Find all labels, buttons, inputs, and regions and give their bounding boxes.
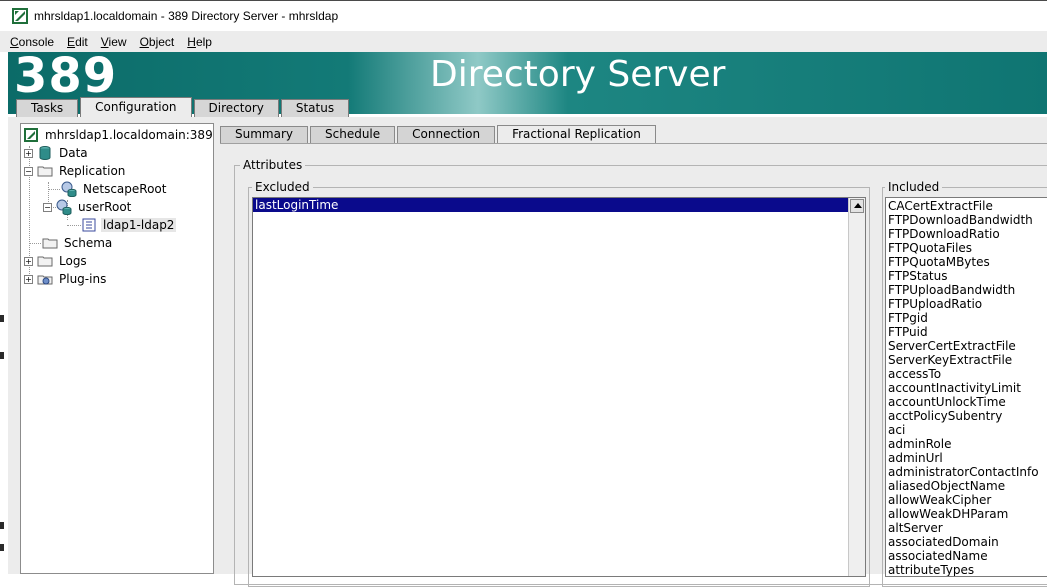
included-list-item[interactable]: administratorContactInfo	[886, 465, 1047, 479]
included-list-item[interactable]: ServerCertExtractFile	[886, 339, 1047, 353]
included-list-item[interactable]: allowWeakDHParam	[886, 507, 1047, 521]
tab-directory[interactable]: Directory	[193, 99, 279, 117]
menu-help[interactable]: Help	[187, 35, 212, 49]
agreement-icon	[82, 218, 96, 232]
included-list-item[interactable]: FTPDownloadBandwidth	[886, 213, 1047, 227]
included-label: Included	[885, 180, 943, 194]
menu-edit[interactable]: Edit	[67, 35, 88, 49]
included-list-item[interactable]: allowWeakCipher	[886, 493, 1047, 507]
replica-database-icon	[61, 181, 77, 197]
menu-view[interactable]: View	[101, 35, 127, 49]
tree-item-userroot[interactable]: − userRoot	[43, 198, 133, 216]
plugins-icon	[37, 275, 53, 285]
tree-item-logs[interactable]: + Logs	[24, 252, 89, 270]
tab-connection[interactable]: Connection	[397, 126, 496, 143]
tree-item-agreement[interactable]: ldap1-ldap2	[81, 216, 177, 234]
title-bar: mhrsldap1.localdomain - 389 Directory Se…	[0, 0, 1047, 31]
background-window-edge	[0, 52, 8, 574]
excluded-list-item[interactable]: lastLoginTime	[253, 198, 865, 212]
window-title: mhrsldap1.localdomain - 389 Directory Se…	[34, 9, 339, 23]
included-list-item[interactable]: FTPStatus	[886, 269, 1047, 283]
tree-item-schema[interactable]: Schema	[42, 234, 114, 252]
included-list-item[interactable]: aci	[886, 423, 1047, 437]
included-list-item[interactable]: adminUrl	[886, 451, 1047, 465]
included-list-item[interactable]: associatedDomain	[886, 535, 1047, 549]
tab-schedule[interactable]: Schedule	[310, 126, 396, 143]
main-tabs: Tasks Configuration Directory Status	[16, 97, 351, 118]
included-list-item[interactable]: FTPQuotaMBytes	[886, 255, 1047, 269]
included-list[interactable]: CACertExtractFile FTPDownloadBandwidth FTP…	[885, 197, 1047, 577]
included-list-item[interactable]: FTPQuotaFiles	[886, 241, 1047, 255]
included-list-item[interactable]: associatedName	[886, 549, 1047, 563]
tree-item-plugins[interactable]: + Plug-ins	[24, 270, 108, 288]
server-icon	[24, 128, 38, 142]
folder-icon	[37, 256, 53, 267]
included-list-item[interactable]: accountInactivityLimit	[886, 381, 1047, 395]
app-icon	[12, 8, 28, 24]
tab-configuration[interactable]: Configuration	[80, 97, 192, 118]
included-list-item[interactable]: FTPUploadRatio	[886, 297, 1047, 311]
included-list-item[interactable]: acctPolicySubentry	[886, 409, 1047, 423]
excluded-list[interactable]: lastLoginTime	[252, 197, 866, 577]
replica-database-icon	[56, 199, 72, 215]
database-icon	[39, 146, 51, 160]
menu-object[interactable]: Object	[140, 35, 175, 49]
included-list-item[interactable]: FTPDownloadRatio	[886, 227, 1047, 241]
tree-item-root[interactable]: mhrsldap1.localdomain:389	[23, 126, 215, 144]
navigation-tree: mhrsldap1.localdomain:389 + Data − Repli…	[20, 123, 214, 574]
included-list-item[interactable]: FTPUploadBandwidth	[886, 283, 1047, 297]
collapse-icon[interactable]: −	[24, 166, 33, 176]
tab-tasks[interactable]: Tasks	[16, 99, 79, 117]
tree-item-replication[interactable]: − Replication	[24, 162, 127, 180]
tab-fractional-replication[interactable]: Fractional Replication	[497, 125, 656, 144]
included-list-item[interactable]: attributeTypes	[886, 563, 1047, 576]
included-list-item[interactable]: FTPgid	[886, 311, 1047, 325]
excluded-scrollbar[interactable]	[848, 198, 865, 576]
expand-icon[interactable]: +	[24, 148, 33, 158]
collapse-icon[interactable]: −	[43, 202, 52, 212]
included-list-item[interactable]: accountUnlockTime	[886, 395, 1047, 409]
included-list-item[interactable]: aliasedObjectName	[886, 479, 1047, 493]
attributes-group-label: Attributes	[240, 158, 306, 172]
tree-item-data[interactable]: + Data	[24, 144, 90, 162]
included-list-item[interactable]: CACertExtractFile	[886, 199, 1047, 213]
folder-icon	[37, 166, 53, 177]
content-area: mhrsldap1.localdomain:389 + Data − Repli…	[8, 117, 1047, 587]
scroll-up-icon[interactable]	[850, 199, 864, 213]
tree-item-netscaperoot[interactable]: NetscapeRoot	[61, 180, 168, 198]
menu-bar: Console Edit View Object Help	[0, 31, 1047, 52]
banner-number: 389	[14, 48, 118, 104]
tab-summary[interactable]: Summary	[220, 126, 308, 143]
included-list-item[interactable]: accessTo	[886, 367, 1047, 381]
replication-tabs: Summary Schedule Connection Fractional R…	[220, 125, 658, 144]
banner-product-name: Directory Server	[430, 54, 726, 95]
included-list-item[interactable]: FTPuid	[886, 325, 1047, 339]
expand-icon[interactable]: +	[24, 274, 33, 284]
included-list-item[interactable]: altServer	[886, 521, 1047, 535]
menu-console[interactable]: Console	[10, 35, 54, 49]
folder-icon	[42, 238, 58, 249]
included-list-item[interactable]: adminRole	[886, 437, 1047, 451]
expand-icon[interactable]: +	[24, 256, 33, 266]
excluded-label: Excluded	[252, 180, 313, 194]
tab-status[interactable]: Status	[280, 99, 350, 117]
included-list-item[interactable]: ServerKeyExtractFile	[886, 353, 1047, 367]
